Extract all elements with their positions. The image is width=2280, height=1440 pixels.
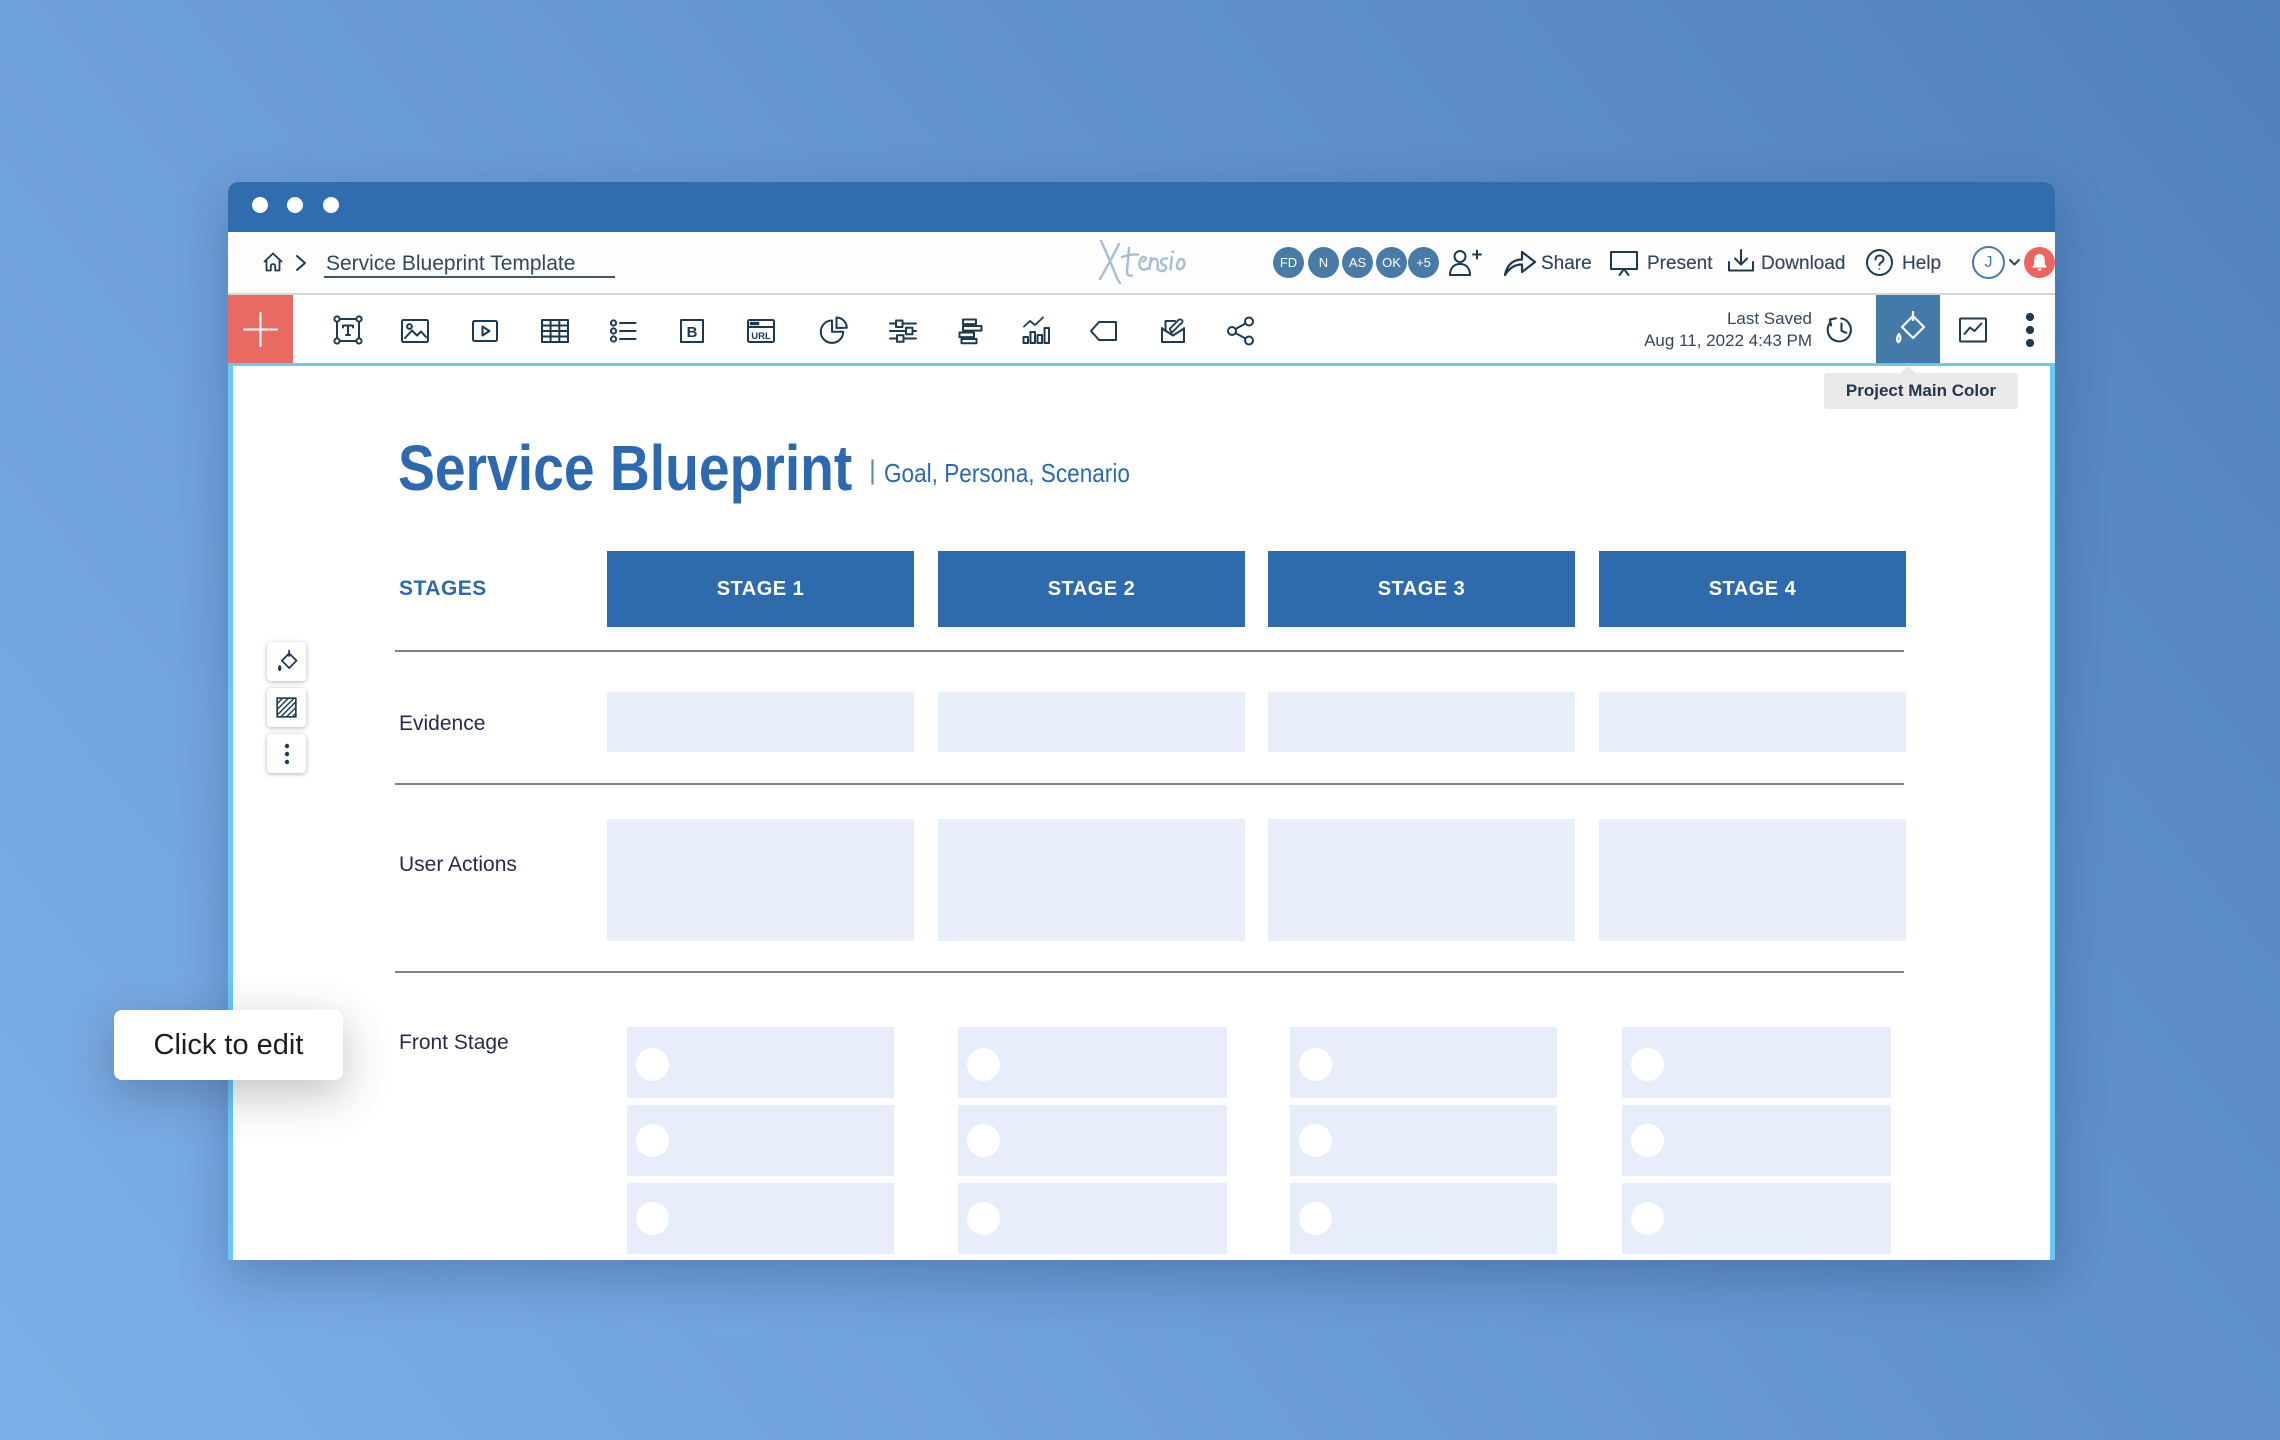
- svg-text:URL: URL: [751, 331, 771, 342]
- svg-text:B: B: [687, 324, 698, 341]
